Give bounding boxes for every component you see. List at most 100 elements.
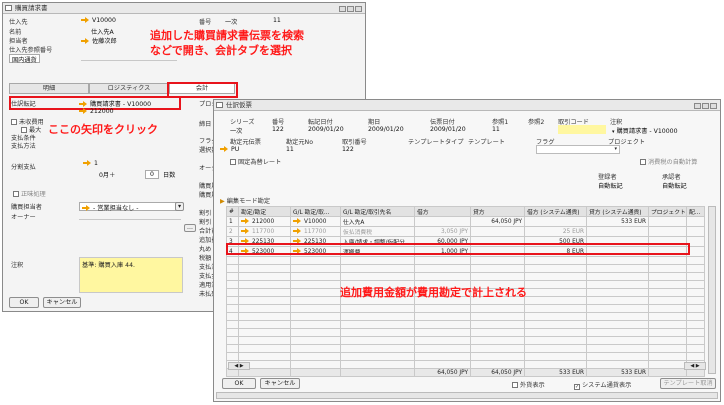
window-icon	[216, 102, 223, 108]
doc-date-value[interactable]: 2009/01/20	[430, 126, 466, 133]
project-cell[interactable]	[648, 216, 687, 227]
owner-field[interactable]	[79, 212, 181, 220]
maximize-icon[interactable]	[702, 103, 709, 109]
installment-value[interactable]: 1	[83, 160, 98, 167]
checkbox[interactable]	[230, 159, 236, 165]
prorate-option[interactable]: 正味処理	[13, 189, 46, 198]
vat-auto-option[interactable]: 消費税の自動計算	[640, 157, 698, 166]
column-header[interactable]: 貸方 (システム通貨)	[586, 206, 649, 217]
column-header[interactable]: 配...	[686, 206, 705, 217]
contact-value[interactable]: 佐藤次郎	[81, 36, 117, 45]
column-header[interactable]: 借方 (システム通貨)	[524, 206, 587, 217]
column-header[interactable]: G/L 勘定/取引先名	[340, 206, 415, 217]
sys-credit-cell[interactable]: 533 EUR	[586, 216, 649, 227]
horizontal-scroll-arrows-right[interactable]: ◀ ▶	[684, 362, 706, 370]
column-header[interactable]: 貸方	[470, 206, 525, 217]
number-series[interactable]: 一次	[225, 17, 237, 26]
project-cell[interactable]	[648, 226, 687, 237]
credit-cell[interactable]	[470, 226, 525, 237]
link-arrow-icon[interactable]	[83, 160, 92, 166]
vertical-scrollbar[interactable]	[708, 206, 716, 374]
link-arrow-icon[interactable]	[293, 218, 302, 224]
checkbox[interactable]	[640, 159, 646, 165]
series-value[interactable]: 一次	[230, 126, 242, 135]
number-value: 122	[272, 126, 284, 133]
link-arrow-icon[interactable]	[241, 228, 250, 234]
ok-button[interactable]: OK	[9, 297, 39, 308]
gl-cell[interactable]: 117700	[290, 226, 341, 237]
column-header[interactable]: G/L 勘定/取...	[290, 206, 341, 217]
window-title: 購買請求書	[15, 4, 48, 12]
edit-mode-label[interactable]: ▶ 編集モード勘定	[220, 196, 270, 205]
window-controls	[338, 5, 362, 15]
column-header[interactable]: 勘定/勘定	[238, 206, 291, 217]
fixed-rate-option[interactable]: 固定為替レート	[230, 157, 281, 166]
cancel-button[interactable]: キャンセル	[260, 378, 300, 389]
checkbox[interactable]	[13, 191, 19, 197]
cancel-button[interactable]: キャンセル	[43, 297, 81, 308]
tab-lines[interactable]: 明細	[9, 83, 89, 94]
dist-cell[interactable]	[686, 216, 705, 227]
origin-no-label: 勘定元No	[286, 139, 313, 146]
close-icon[interactable]	[355, 6, 362, 12]
link-arrow-icon[interactable]	[79, 108, 88, 114]
days-input[interactable]: 0	[145, 170, 159, 179]
minimize-icon[interactable]	[694, 103, 701, 109]
due-date-value[interactable]: 2009/01/20	[368, 126, 404, 133]
origin-link-arrow-icon[interactable]	[220, 146, 229, 152]
minimize-icon[interactable]	[339, 6, 346, 12]
column-header[interactable]: #	[226, 206, 239, 217]
link-arrow-icon[interactable]	[293, 228, 302, 234]
empty-row	[226, 328, 705, 337]
dist-cell[interactable]	[686, 226, 705, 237]
trans-code-field[interactable]	[558, 125, 606, 134]
table-row[interactable]: 2 117700 117700 仮払消費税 3,050 JPY 25 EUR	[226, 226, 705, 237]
currency-select[interactable]: 国内通貨	[9, 54, 40, 64]
name-value[interactable]: 仕入先A	[91, 27, 114, 36]
ref1-value[interactable]: 11	[492, 126, 500, 133]
checkbox-checked[interactable]: ✓	[574, 384, 580, 390]
account-cell[interactable]: 212000	[238, 216, 291, 227]
empty-row	[226, 352, 705, 361]
series-label: シリーズ	[230, 119, 255, 126]
link-arrow-icon[interactable]	[241, 218, 250, 224]
sys-debit-cell[interactable]	[524, 216, 587, 227]
debit-cell[interactable]: 3,050 JPY	[414, 226, 471, 237]
posting-date-value[interactable]: 2009/01/20	[308, 126, 344, 133]
gl-cell[interactable]: V10000	[290, 216, 341, 227]
column-header[interactable]: 借方	[414, 206, 471, 217]
link-arrow-icon[interactable]	[81, 17, 90, 23]
foreign-currency-option[interactable]: 外貨表示	[512, 380, 545, 389]
template-cancel-button[interactable]: テンプレート取消	[660, 378, 716, 389]
checkbox[interactable]	[512, 382, 518, 388]
sys-credit-cell[interactable]	[586, 226, 649, 237]
owner-label: オーナー	[11, 214, 36, 221]
table-row[interactable]: 1 212000 V10000 仕入先A 64,050 JPY 533 EUR	[226, 216, 705, 227]
posting-date-label: 転記日付	[308, 119, 333, 126]
link-arrow-icon[interactable]	[81, 38, 90, 44]
system-currency-option[interactable]: ✓ システム通貨表示	[574, 380, 631, 390]
credit-cell[interactable]: 64,050 JPY	[470, 216, 525, 227]
bottom-scrollbar[interactable]	[216, 392, 718, 399]
tab-logistics[interactable]: ロジスティクス	[89, 83, 169, 94]
vendor-value[interactable]: V10000	[81, 17, 116, 24]
flag-select[interactable]: ▾	[536, 145, 620, 154]
remarks-value[interactable]: ▾ 購買請求書 - V10000	[612, 126, 678, 135]
remarks-field[interactable]: 基準: 購買入庫 44.	[79, 257, 183, 293]
link-arrow-icon[interactable]	[82, 205, 91, 211]
close-icon[interactable]	[710, 103, 717, 109]
more-button[interactable]: ...	[184, 224, 196, 232]
checkbox[interactable]	[11, 119, 17, 125]
column-header[interactable]: プロジェクト	[648, 206, 687, 217]
sys-debit-cell[interactable]: 25 EUR	[524, 226, 587, 237]
horizontal-scroll-arrows[interactable]: ◀ ▶	[228, 362, 250, 370]
discount-label-2: 割引	[199, 219, 212, 226]
account-cell[interactable]: 117700	[238, 226, 291, 237]
buyer-dropdown-icon[interactable]: ▾	[175, 202, 184, 211]
ok-button[interactable]: OK	[222, 378, 256, 389]
origin-value[interactable]: PU	[220, 146, 239, 153]
buyer-select[interactable]: - 営業担当なし -	[79, 202, 181, 212]
journal-code[interactable]: 212000	[79, 108, 114, 115]
debit-cell[interactable]	[414, 216, 471, 227]
maximize-icon[interactable]	[347, 6, 354, 12]
